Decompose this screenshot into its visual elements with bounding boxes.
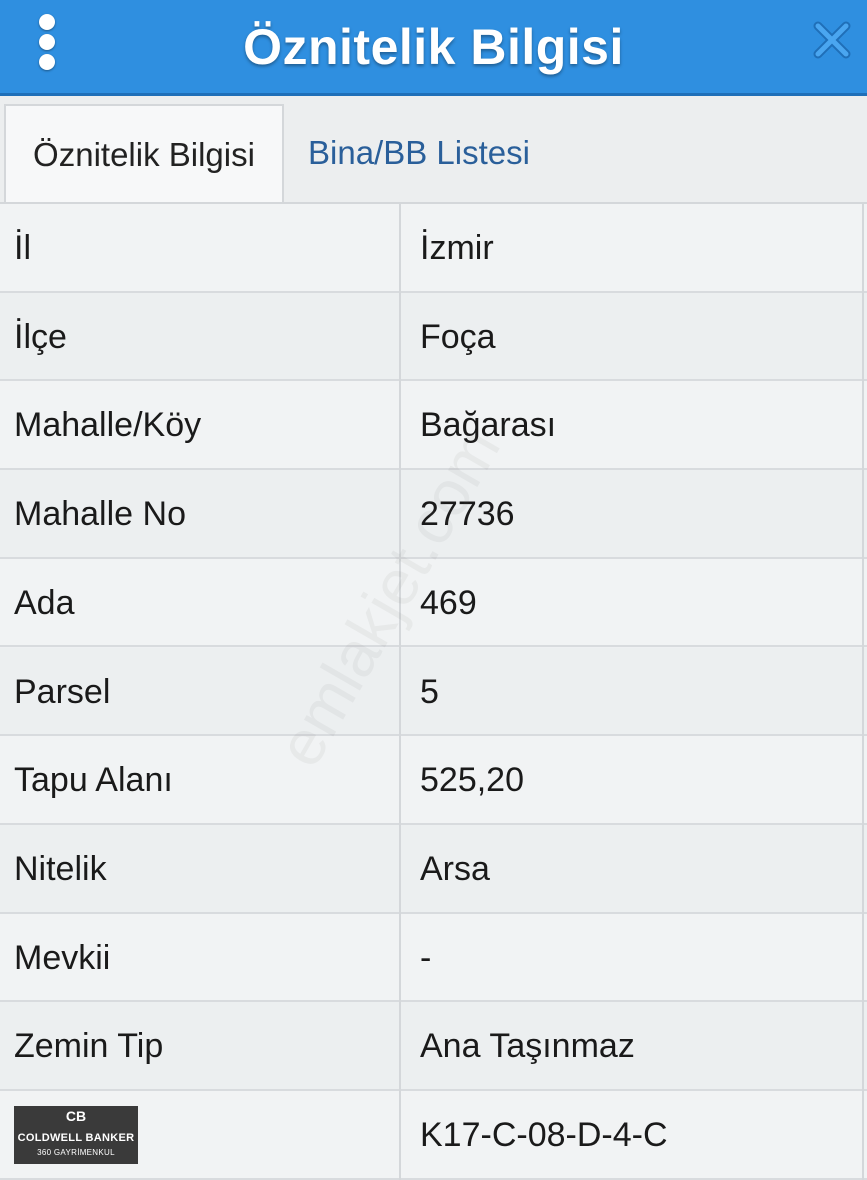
row-value: 469 [420, 583, 477, 622]
row-value: 27736 [420, 495, 515, 534]
row-value: İzmir [420, 229, 494, 267]
page-title: Öznitelik Bilgisi [243, 19, 624, 75]
row-value: - [420, 938, 432, 977]
attribute-info-page: Öznitelik Bilgisi Öznitelik Bilgisi Bina… [0, 0, 867, 1180]
table-row: Mahalle/Köy Bağarası [0, 381, 867, 471]
table-row: İlçe Foça [0, 292, 867, 382]
row-label: Ada [14, 583, 75, 622]
tab-attribute-info[interactable]: Öznitelik Bilgisi [4, 104, 284, 202]
row-label: Mahalle No [14, 495, 186, 534]
row-label: Parsel [14, 672, 111, 711]
table-row: Nitelik Arsa [0, 824, 867, 914]
row-value: Bağarası [420, 406, 557, 445]
row-label: Zemin Tip [14, 1027, 164, 1066]
row-value: Arsa [420, 849, 490, 888]
close-icon-svg [813, 21, 851, 59]
tab-building-list[interactable]: Bina/BB Listesi [308, 104, 608, 202]
logo-name: COLDWELL BANKER [17, 1132, 135, 1144]
row-label: Nitelik [14, 849, 107, 888]
row-label: Tapu Alanı [14, 761, 173, 800]
table-row: Mahalle No 27736 [0, 470, 867, 559]
row-value: Foça [420, 317, 496, 356]
logo-sub: 360 GAYRİMENKUL [37, 1148, 115, 1157]
row-value: 5 [420, 672, 439, 711]
row-value: K17-C-08-D-4-C [420, 1116, 668, 1154]
table-row: Mevkii - [0, 913, 867, 1003]
row-value: Ana Taşınmaz [420, 1027, 635, 1066]
row-label: Mahalle/Köy [14, 406, 202, 445]
table-row: Ada 469 [0, 558, 867, 648]
table-row: İl İzmir [0, 204, 867, 293]
table-row: Zemin Tip Ana Taşınmaz [0, 1002, 867, 1091]
row-label: İlçe [14, 317, 67, 356]
row-value: 525,20 [420, 761, 524, 800]
close-icon[interactable] [808, 16, 856, 64]
logo-mark: CB [65, 1108, 87, 1124]
row-label: Mevkii [14, 938, 111, 977]
table-right-border [862, 204, 864, 1180]
header-bar: Öznitelik Bilgisi [0, 0, 867, 96]
table-row: Parsel 5 [0, 647, 867, 737]
column-divider [399, 204, 401, 1180]
brand-logo: CB COLDWELL BANKER 360 GAYRİMENKUL [14, 1106, 138, 1164]
tab-bar: Öznitelik Bilgisi Bina/BB Listesi [0, 96, 867, 204]
row-label: İl [14, 229, 31, 267]
table-row: Tapu Alanı 525,20 [0, 736, 867, 825]
